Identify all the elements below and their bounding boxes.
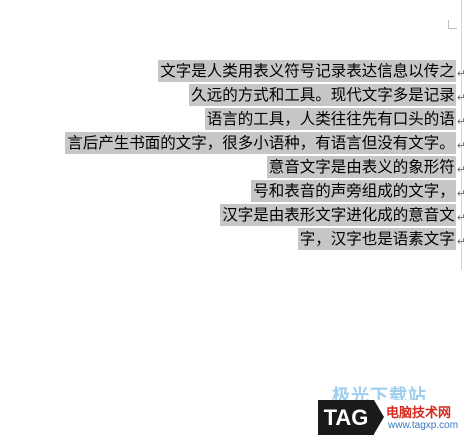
- selected-text[interactable]: 语言的工具，人类往往先有口头的语: [204, 108, 456, 130]
- text-line[interactable]: 语言的工具，人类往往先有口头的语 ↵: [0, 108, 466, 132]
- text-line[interactable]: 文字是人类用表义符号记录表达信息以传之 ↵: [0, 60, 466, 84]
- paragraph-mark-icon: ↵: [456, 211, 466, 224]
- paragraph-mark-icon: ↵: [456, 235, 466, 248]
- paragraph-mark-icon: ↵: [456, 67, 466, 80]
- paragraph-mark-icon: ↵: [456, 91, 466, 104]
- selected-text[interactable]: 文字是人类用表义符号记录表达信息以传之: [158, 60, 456, 82]
- text-line[interactable]: 字，汉字也是语素文字 ↵: [0, 228, 466, 252]
- selected-text[interactable]: 意音文字是由表义的象形符: [266, 156, 456, 178]
- selected-text[interactable]: 言后产生书面的文字，很多小语种，有语言但没有文字。: [65, 132, 456, 154]
- selected-text[interactable]: 号和表音的声旁组成的文字，: [251, 180, 456, 202]
- selected-text[interactable]: 久远的方式和工具。现代文字多是记录: [189, 84, 456, 106]
- document-body[interactable]: 文字是人类用表义符号记录表达信息以传之 ↵ 久远的方式和工具。现代文字多是记录 ↵ …: [0, 60, 466, 252]
- text-line[interactable]: 汉字是由表形文字进化成的意音文 ↵: [0, 204, 466, 228]
- text-line[interactable]: 久远的方式和工具。现代文字多是记录 ↵: [0, 84, 466, 108]
- paragraph-mark-icon: ↵: [456, 139, 466, 152]
- selected-text[interactable]: 字，汉字也是语素文字: [297, 228, 456, 250]
- page-corner-mark: [448, 20, 457, 29]
- selected-text[interactable]: 汉字是由表形文字进化成的意音文: [220, 204, 456, 226]
- watermark-url: www.tagxp.com: [388, 420, 459, 431]
- text-line[interactable]: 意音文字是由表义的象形符 ↵: [0, 156, 466, 180]
- watermark-site-name: 电脑技术网: [386, 406, 452, 421]
- watermark-logo: TAG 电脑技术网 www.tagxp.com: [318, 400, 468, 435]
- paragraph-mark-icon: ↵: [456, 187, 466, 200]
- tag-badge: TAG: [318, 400, 384, 435]
- text-line[interactable]: 言后产生书面的文字，很多小语种，有语言但没有文字。 ↵: [0, 132, 466, 156]
- paragraph-mark-icon: ↵: [456, 163, 466, 176]
- text-line[interactable]: 号和表音的声旁组成的文字， ↵: [0, 180, 466, 204]
- paragraph-mark-icon: ↵: [456, 115, 466, 128]
